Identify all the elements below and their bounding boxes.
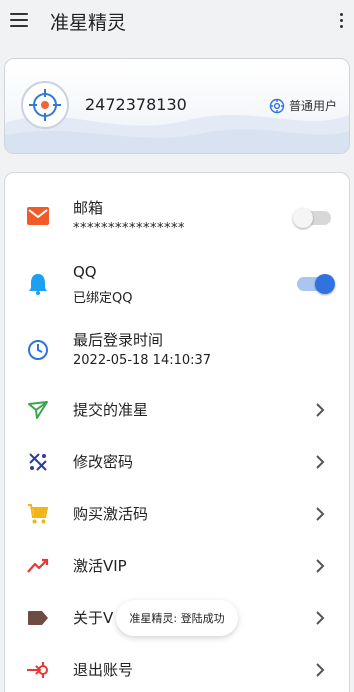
mail-toggle[interactable] (293, 208, 331, 228)
user-id: 2472378130 (85, 95, 187, 114)
list-item-last-login: 最后登录时间 2022-05-18 14:10:37 (5, 327, 349, 377)
app-bar: 准星精灵 (0, 0, 354, 44)
list-item-logout[interactable]: 退出账号 (5, 653, 349, 687)
list-item-activate-vip[interactable]: 激活VIP (5, 549, 349, 583)
avatar[interactable] (21, 81, 69, 129)
list-item-buy-code[interactable]: 购买激活码 (5, 497, 349, 531)
chevron-right-icon (316, 611, 325, 625)
chevron-right-icon (316, 455, 325, 469)
activate-vip-label: 激活VIP (73, 557, 127, 575)
user-type-badge: 普通用户 (269, 97, 337, 114)
submitted-label: 提交的准星 (73, 401, 149, 419)
chevron-right-icon (316, 663, 325, 677)
buy-code-label: 购买激活码 (73, 505, 149, 523)
tag-icon (25, 605, 51, 631)
about-label: 关于V (73, 609, 114, 627)
list-item-qq[interactable]: QQ 已绑定QQ (5, 261, 349, 311)
clock-icon (25, 337, 51, 363)
qq-toggle[interactable] (297, 274, 335, 294)
last-login-time: 2022-05-18 14:10:37 (73, 353, 212, 368)
list-item-submitted[interactable]: 提交的准星 (5, 393, 349, 427)
last-login-label: 最后登录时间 (73, 331, 164, 349)
app-title: 准星精灵 (50, 12, 127, 34)
logout-label: 退出账号 (73, 661, 134, 679)
toast-message: 准星精灵: 登陆成功 (116, 600, 238, 636)
crosshair-icon (29, 89, 61, 121)
mail-label: 邮箱 (73, 199, 104, 217)
profile-card: 2472378130 普通用户 (4, 58, 350, 154)
list-item-change-password[interactable]: 修改密码 (5, 445, 349, 479)
more-options-icon[interactable] (336, 10, 346, 30)
chevron-right-icon (316, 507, 325, 521)
chevron-right-icon (316, 403, 325, 417)
list-item-mail[interactable]: 邮箱 **************** (5, 195, 349, 245)
logout-icon (25, 657, 51, 683)
gear-icon (269, 98, 285, 113)
change-password-label: 修改密码 (73, 453, 134, 471)
user-type-label: 普通用户 (288, 99, 337, 113)
qq-status: 已绑定QQ (73, 291, 133, 306)
mail-value: **************** (73, 221, 185, 236)
mail-icon (25, 203, 51, 229)
password-icon (25, 449, 51, 475)
qq-label: QQ (73, 263, 97, 281)
trend-icon (25, 553, 51, 579)
chevron-right-icon (316, 559, 325, 573)
menu-icon[interactable] (10, 10, 30, 30)
qq-bell-icon (25, 271, 51, 297)
send-icon (25, 397, 51, 423)
cart-icon (25, 501, 51, 527)
